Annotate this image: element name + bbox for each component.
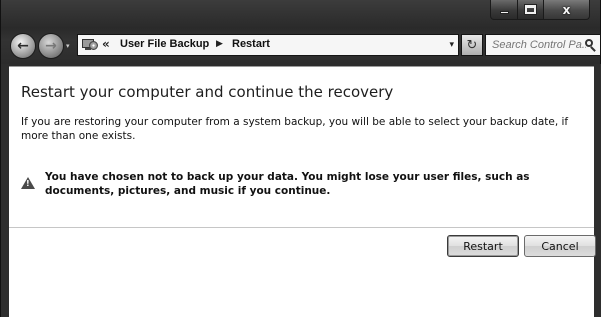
window-frame-right <box>594 64 601 317</box>
breadcrumb-restart[interactable]: Restart <box>232 38 270 50</box>
maximize-button[interactable] <box>518 0 544 20</box>
window-frame-left <box>1 64 9 317</box>
close-icon: x <box>562 2 571 17</box>
navigation-bar: ← → ▾ « User File Backup ▶ Restart ▾ ↻ <box>1 28 601 64</box>
warning-icon: ! <box>21 177 35 189</box>
cancel-button[interactable]: Cancel <box>524 235 596 257</box>
search-input[interactable] <box>492 39 586 51</box>
divider <box>9 227 594 228</box>
hidden-locations-chevron-icon[interactable]: « <box>102 37 110 51</box>
breadcrumb-arrow-icon[interactable]: ▶ <box>216 39 223 49</box>
address-dropdown-icon[interactable]: ▾ <box>449 40 454 50</box>
content-pane: Restart your computer and continue the r… <box>9 66 596 317</box>
maximize-icon <box>524 4 537 15</box>
restart-button[interactable]: Restart <box>447 235 519 257</box>
minimize-icon <box>499 11 509 14</box>
minimize-button[interactable] <box>490 0 518 20</box>
refresh-icon: ↻ <box>466 37 478 53</box>
forward-arrow-icon: → <box>45 38 57 54</box>
explorer-window: x ← → ▾ « User File Backup ▶ Restart ▾ ↻ <box>0 0 601 317</box>
control-panel-icon <box>82 38 98 52</box>
forward-button[interactable]: → <box>38 33 64 59</box>
page-title: Restart your computer and continue the r… <box>21 83 394 101</box>
search-icon[interactable] <box>585 39 597 52</box>
address-bar[interactable]: « User File Backup ▶ Restart ▾ <box>77 34 459 56</box>
refresh-button[interactable]: ↻ <box>461 34 483 56</box>
search-box[interactable] <box>485 34 601 56</box>
back-button[interactable]: ← <box>10 33 36 59</box>
description-text: If you are restoring your computer from … <box>21 116 569 142</box>
caption-buttons: x <box>490 0 590 20</box>
breadcrumb-user-file-backup[interactable]: User File Backup <box>120 38 209 50</box>
warning-message: You have chosen not to back up your data… <box>45 171 530 197</box>
close-button[interactable]: x <box>544 0 590 20</box>
recent-pages-dropdown-icon[interactable]: ▾ <box>66 42 70 50</box>
back-arrow-icon: ← <box>17 38 29 54</box>
